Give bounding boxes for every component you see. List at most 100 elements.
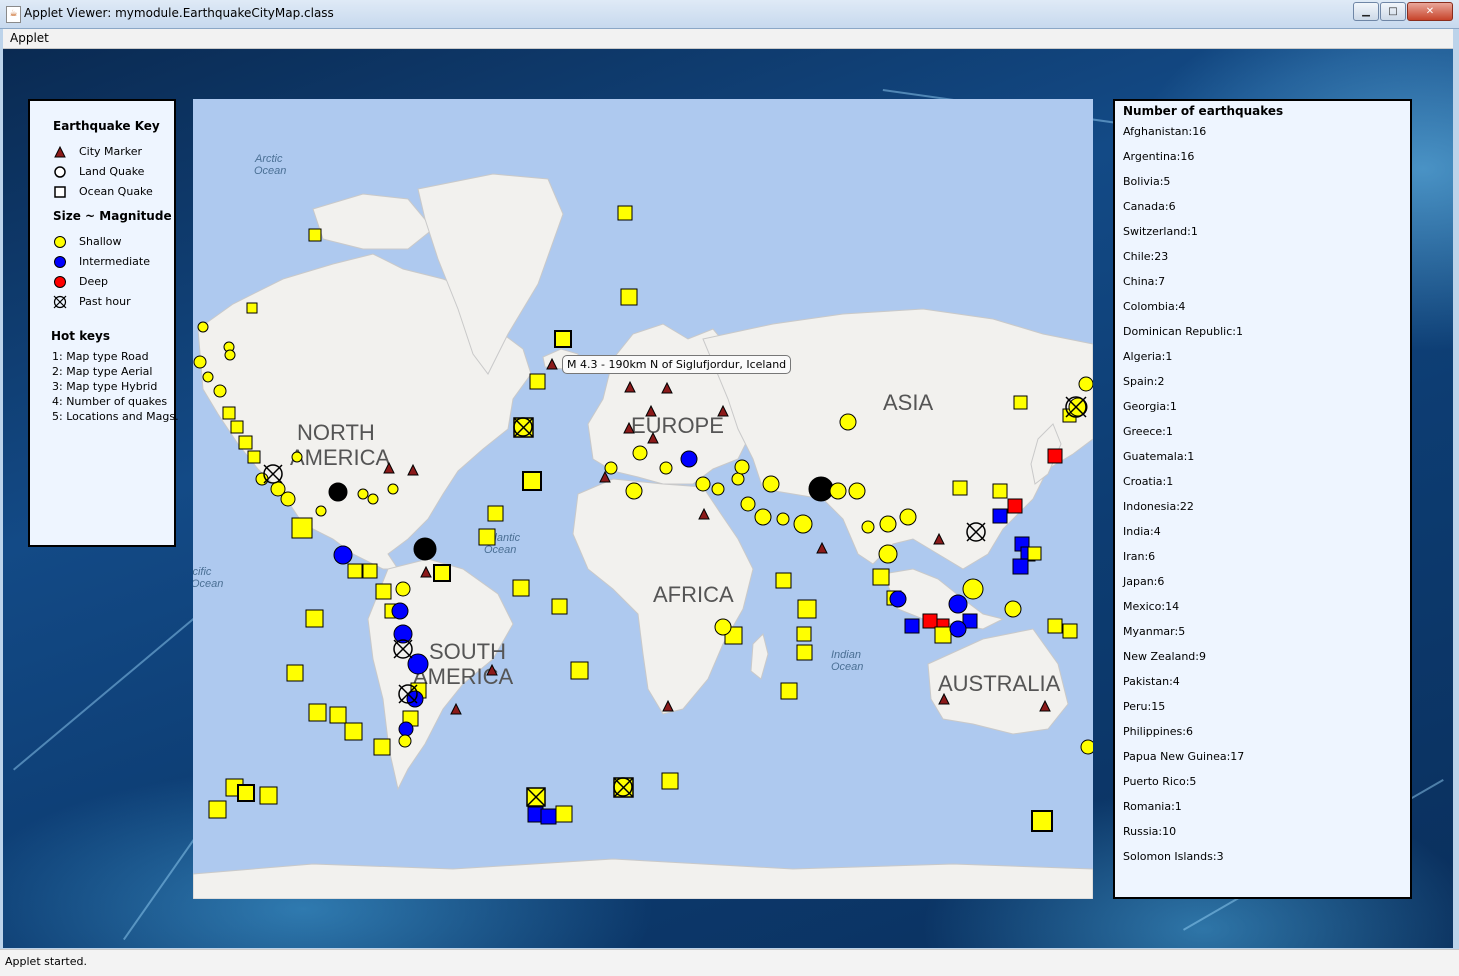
ocean-quake-marker[interactable] (1062, 623, 1078, 639)
ocean-quake-marker[interactable] (617, 205, 633, 221)
land-quake-marker[interactable] (357, 488, 369, 500)
ocean-quake-marker[interactable] (934, 626, 952, 644)
ocean-quake-marker[interactable] (780, 682, 798, 700)
land-quake-marker[interactable] (740, 496, 756, 512)
land-quake-marker[interactable] (280, 491, 296, 507)
ocean-quake-marker[interactable] (478, 528, 496, 546)
land-quake-marker[interactable] (754, 508, 772, 526)
ocean-quake-marker[interactable] (247, 450, 261, 464)
ocean-quake-marker[interactable] (540, 808, 557, 825)
land-quake-marker[interactable] (193, 355, 207, 369)
ocean-quake-marker[interactable] (952, 480, 968, 496)
ocean-quake-marker[interactable] (620, 288, 638, 306)
ocean-quake-marker[interactable] (992, 508, 1008, 524)
land-quake-marker[interactable] (949, 620, 967, 638)
ocean-quake-marker[interactable] (230, 420, 244, 434)
ocean-quake-marker[interactable] (522, 471, 542, 491)
land-quake-marker[interactable] (625, 482, 643, 500)
minimize-button[interactable]: ▁ (1353, 2, 1379, 21)
land-quake-marker[interactable] (899, 508, 917, 526)
ocean-quake-marker[interactable] (246, 302, 258, 314)
ocean-quake-marker[interactable] (238, 435, 253, 450)
land-quake-marker[interactable] (413, 537, 437, 561)
land-quake-marker[interactable] (395, 581, 411, 597)
land-quake-marker[interactable] (197, 321, 209, 333)
land-quake-marker[interactable] (879, 515, 897, 533)
ocean-quake-marker[interactable] (1047, 448, 1063, 464)
land-quake-marker[interactable] (367, 493, 379, 505)
land-quake-marker[interactable] (315, 505, 327, 517)
land-quake-marker[interactable] (829, 482, 847, 500)
ocean-quake-marker[interactable] (259, 786, 278, 805)
ocean-quake-marker[interactable] (305, 609, 324, 628)
ocean-quake-marker[interactable] (1012, 558, 1029, 575)
ocean-quake-marker[interactable] (329, 706, 347, 724)
land-quake-marker[interactable] (398, 734, 412, 748)
land-quake-marker[interactable] (731, 472, 745, 486)
land-quake-marker[interactable] (1080, 739, 1093, 755)
ocean-quake-marker[interactable] (222, 406, 236, 420)
land-quake-marker[interactable] (328, 482, 348, 502)
land-quake-marker[interactable] (793, 514, 813, 534)
ocean-quake-marker[interactable] (775, 572, 792, 589)
land-quake-marker[interactable] (714, 618, 732, 636)
ocean-quake-marker[interactable] (362, 563, 378, 579)
ocean-quake-marker[interactable] (554, 330, 572, 348)
land-quake-marker[interactable] (808, 476, 834, 502)
ocean-quake-marker[interactable] (208, 800, 227, 819)
ocean-quake-marker[interactable] (796, 626, 812, 642)
ocean-quake-marker[interactable] (555, 805, 573, 823)
land-quake-marker[interactable] (762, 475, 780, 493)
ocean-quake-marker[interactable] (237, 784, 255, 802)
land-quake-marker[interactable] (878, 544, 898, 564)
land-quake-marker[interactable] (695, 476, 711, 492)
menu-applet[interactable]: Applet (10, 31, 49, 45)
ocean-quake-marker[interactable] (373, 738, 391, 756)
land-quake-marker[interactable] (1004, 600, 1022, 618)
ocean-quake-marker[interactable] (433, 564, 451, 582)
close-button[interactable]: ✕ (1407, 2, 1453, 21)
ocean-quake-marker[interactable] (487, 505, 504, 522)
ocean-quake-marker[interactable] (796, 644, 813, 661)
city-marker[interactable] (450, 702, 462, 715)
land-quake-marker[interactable] (1078, 376, 1093, 392)
land-quake-marker[interactable] (839, 413, 857, 431)
ocean-quake-marker[interactable] (1031, 810, 1053, 832)
land-quake-marker[interactable] (391, 602, 409, 620)
land-quake-marker[interactable] (948, 594, 968, 614)
maximize-button[interactable]: □ (1380, 2, 1406, 21)
world-map[interactable]: NORTH AMERICA EUROPE ASIA AFRICA SOUTH A… (193, 99, 1093, 899)
city-marker[interactable] (816, 541, 828, 554)
ocean-quake-marker[interactable] (1027, 546, 1042, 561)
ocean-quake-marker[interactable] (347, 563, 363, 579)
ocean-quake-marker[interactable] (286, 664, 304, 682)
ocean-quake-marker[interactable] (291, 517, 313, 539)
land-quake-marker[interactable] (680, 450, 698, 468)
ocean-quake-marker[interactable] (872, 568, 890, 586)
ocean-quake-marker[interactable] (551, 598, 568, 615)
land-quake-marker[interactable] (224, 349, 236, 361)
land-quake-marker[interactable] (387, 483, 399, 495)
ocean-quake-marker[interactable] (375, 583, 392, 600)
ocean-quake-marker[interactable] (1013, 395, 1028, 410)
land-quake-marker[interactable] (632, 445, 648, 461)
land-quake-marker[interactable] (398, 721, 414, 737)
ocean-quake-marker[interactable] (308, 703, 327, 722)
land-quake-marker[interactable] (962, 578, 984, 600)
land-quake-marker[interactable] (213, 384, 227, 398)
land-quake-marker[interactable] (333, 545, 353, 565)
ocean-quake-marker[interactable] (661, 772, 679, 790)
ocean-quake-marker[interactable] (308, 228, 322, 242)
ocean-quake-marker[interactable] (512, 579, 530, 597)
land-quake-marker[interactable] (291, 451, 303, 463)
ocean-quake-marker[interactable] (797, 599, 817, 619)
land-quake-marker[interactable] (776, 512, 790, 526)
land-quake-marker[interactable] (604, 461, 618, 475)
ocean-quake-marker[interactable] (1007, 498, 1023, 514)
ocean-quake-marker[interactable] (344, 722, 363, 741)
land-quake-marker[interactable] (711, 482, 725, 496)
land-quake-marker[interactable] (848, 482, 866, 500)
ocean-quake-marker[interactable] (570, 661, 589, 680)
land-quake-marker[interactable] (734, 459, 750, 475)
land-quake-marker[interactable] (861, 520, 875, 534)
